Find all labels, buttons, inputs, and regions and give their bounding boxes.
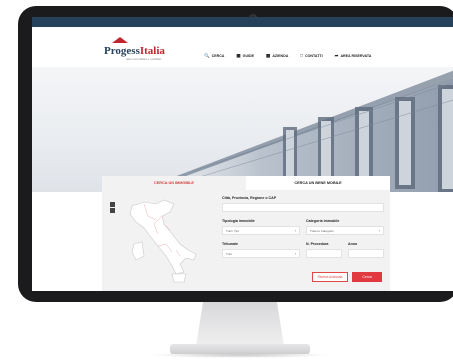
tribunale-value: Tutti (226, 251, 232, 256)
nav-item-guide[interactable]: ▦ Guide (236, 53, 255, 59)
search-panel: Cerca un immobile Cerca un bene mobile C… (102, 176, 390, 291)
nav-label: Contatti (305, 54, 323, 59)
nav-label: Azienda (272, 54, 289, 59)
logo-accent-text: Italia (139, 45, 165, 57)
logo-primary-text: Progess (104, 45, 140, 57)
tab-cerca-immobile[interactable]: Cerca un immobile (102, 176, 246, 190)
categoria-label: Categoria immobile (306, 219, 340, 223)
location-label: Città, Provincia, Regione o CAP (222, 196, 277, 200)
nav-label: Cerca (211, 54, 225, 59)
website-screen: Progess Italia aste immobiliari e mobili… (32, 17, 453, 291)
guide-icon: ▦ (236, 53, 241, 58)
hero-image (32, 67, 453, 192)
contact-icon: □ (300, 53, 304, 58)
monitor-shadow (150, 352, 330, 358)
nav-label: Guide (242, 54, 255, 59)
top-bar (32, 17, 453, 27)
tipologia-select[interactable]: Tutti i Tipi › (222, 226, 300, 235)
tribunale-label: Tribunale (222, 242, 238, 246)
tipologia-label: Tipologia immobile (222, 219, 255, 223)
procedura-input[interactable] (306, 249, 342, 258)
site-logo[interactable]: Progess Italia aste immobiliari e mobili… (104, 37, 165, 61)
tab-cerca-bene-mobile[interactable]: Cerca un bene mobile (246, 176, 390, 190)
monitor-stand (196, 302, 284, 346)
nav-item-cerca[interactable]: 🔍 Cerca (204, 53, 225, 59)
logo-tagline: aste immobiliari e mobiliari (126, 57, 162, 61)
search-button[interactable]: Cerca (352, 272, 382, 282)
advanced-search-button[interactable]: Ricerca Avanzata (312, 272, 348, 282)
procedura-label: N. Procedura (306, 242, 329, 246)
anno-input[interactable] (348, 249, 384, 258)
nav-item-azienda[interactable]: ▩ Azienda (266, 53, 289, 59)
tipologia-value: Tutti i Tipi (226, 228, 239, 233)
categoria-value: Tutte le Categorie (310, 228, 334, 233)
tribunale-select[interactable]: Tutti › (222, 249, 300, 258)
site-header: Progess Italia aste immobiliari e mobili… (32, 27, 453, 67)
anno-label: Anno (348, 242, 358, 246)
chevron-down-icon: › (294, 252, 296, 256)
building-icon: ▩ (266, 53, 271, 58)
nav-item-area-riservata[interactable]: ➦ Area riservata (334, 53, 372, 59)
nav-item-contatti[interactable]: □ Contatti (300, 53, 323, 59)
main-nav: 🔍 Cerca ▦ Guide ▩ Azienda □ Contatti ➦ A… (204, 53, 372, 59)
chevron-down-icon: › (378, 229, 380, 233)
categoria-select[interactable]: Tutte le Categorie › (306, 226, 384, 235)
italy-map[interactable] (114, 194, 214, 284)
building-photo (153, 70, 453, 192)
chevron-down-icon: › (294, 229, 296, 233)
nav-label: Area riservata (340, 54, 372, 59)
login-icon: ➦ (334, 53, 339, 58)
search-icon: 🔍 (204, 53, 210, 58)
location-input[interactable] (222, 203, 384, 212)
logo-roof-icon (112, 37, 128, 43)
